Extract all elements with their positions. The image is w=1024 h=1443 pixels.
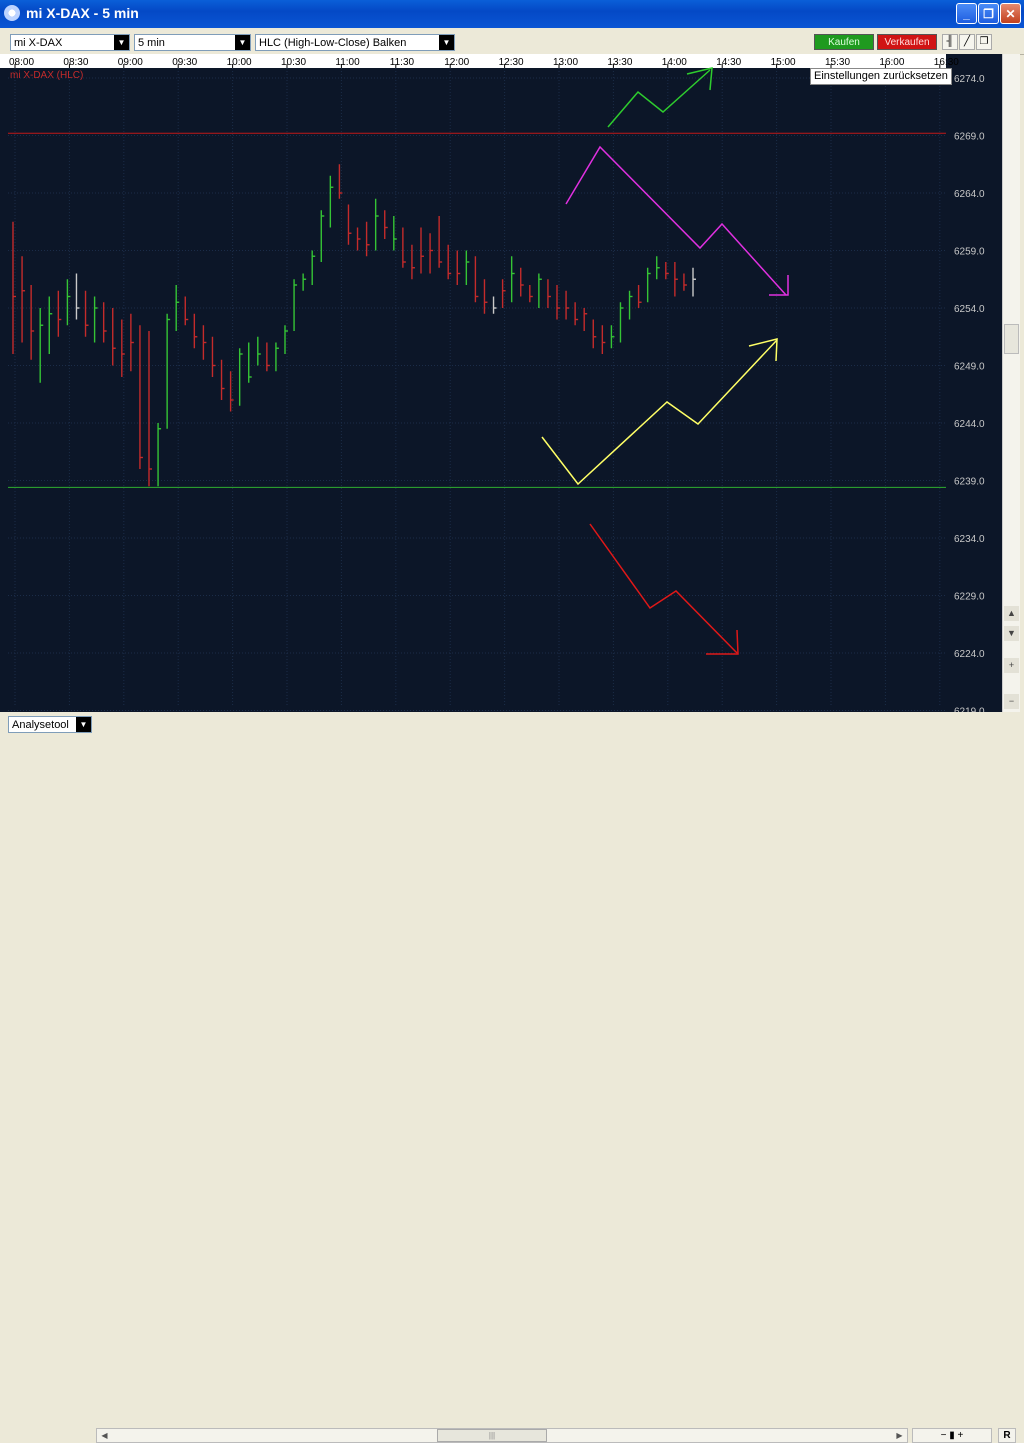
- window-icon[interactable]: ❐: [976, 34, 992, 50]
- price-tick-label: 6269.0: [954, 132, 985, 143]
- interval-value: 5 min: [138, 37, 165, 49]
- time-tick-label: 11:00: [335, 57, 360, 68]
- chevron-down-icon[interactable]: ▼: [114, 35, 129, 50]
- scroll-right-icon[interactable]: ▶: [893, 1429, 906, 1442]
- chart-area[interactable]: 08:00 08:30 09:00 09:30 10:00 10:30 11:00 11:30…: [0, 54, 1002, 718]
- zoom-control[interactable]: − ▮ +: [912, 1428, 992, 1443]
- price-tick-label: 6254.0: [954, 304, 985, 315]
- sell-button[interactable]: Verkaufen: [877, 34, 937, 50]
- price-chart[interactable]: 08:00 08:30 09:00 09:30 10:00 10:30 11:00 11:30…: [0, 54, 1002, 718]
- scroll-left-icon[interactable]: ◀: [98, 1429, 111, 1442]
- price-tick-label: 6234.0: [954, 534, 985, 545]
- chevron-down-icon[interactable]: ▼: [235, 35, 250, 50]
- buy-button[interactable]: Kaufen: [814, 34, 874, 50]
- chevron-down-icon[interactable]: ▼: [76, 717, 91, 732]
- vertical-scrollbar[interactable]: ▲ ▼ + −: [1002, 54, 1020, 712]
- chart-type-select[interactable]: HLC (High-Low-Close) Balken ▼: [255, 34, 455, 51]
- draw-line-icon[interactable]: ╱: [959, 34, 975, 50]
- time-tick-label: 13:00: [553, 57, 578, 68]
- time-tick-label: 09:30: [172, 57, 197, 68]
- time-tick-label: 16:30: [934, 57, 959, 68]
- price-axis-strip: [946, 68, 1002, 712]
- interval-select[interactable]: 5 min ▼: [134, 34, 251, 51]
- price-tick-label: 6259.0: [954, 247, 985, 258]
- analysis-tool-select[interactable]: Analysetool ▼: [8, 716, 92, 733]
- time-tick-label: 13:30: [607, 57, 632, 68]
- close-button[interactable]: ✕: [1000, 3, 1021, 24]
- time-tick-label: 16:00: [879, 57, 904, 68]
- bottom-bar: Analysetool ▼ ◀ ||| ▶ − ▮ + R: [0, 712, 1024, 1443]
- price-tick-label: 6264.0: [954, 189, 985, 200]
- time-tick-label: 15:30: [825, 57, 850, 68]
- restore-button[interactable]: ❐: [978, 3, 999, 24]
- time-tick-label: 08:30: [63, 57, 88, 68]
- time-tick-label: 14:30: [716, 57, 741, 68]
- time-tick-label: 11:30: [390, 57, 415, 68]
- title-bar: mi X-DAX - 5 min _ ❐ ✕: [0, 0, 1024, 28]
- price-tick-label: 6229.0: [954, 592, 985, 603]
- time-tick-label: 09:00: [118, 57, 143, 68]
- price-tick-label: 6249.0: [954, 362, 985, 373]
- time-tick-label: 10:00: [227, 57, 252, 68]
- series-label: mi X-DAX (HLC): [10, 70, 83, 81]
- zoom-up-icon[interactable]: +: [1004, 658, 1019, 673]
- horizontal-scrollbar[interactable]: ◀ ||| ▶: [96, 1428, 908, 1443]
- app-icon: [4, 5, 20, 21]
- scroll-up-icon[interactable]: ▲: [1004, 606, 1019, 621]
- price-tick-label: 6239.0: [954, 477, 985, 488]
- toolbar: mi X-DAX ▼ 5 min ▼ HLC (High-Low-Close) …: [0, 28, 1024, 55]
- bar-chart-icon[interactable]: ╢: [942, 34, 958, 50]
- zoom-out-icon[interactable]: −: [1004, 694, 1019, 709]
- time-tick-label: 10:30: [281, 57, 306, 68]
- instrument-select[interactable]: mi X-DAX ▼: [10, 34, 130, 51]
- price-tick-label: 6224.0: [954, 649, 985, 660]
- horizontal-scroll-thumb[interactable]: |||: [437, 1429, 547, 1442]
- time-tick-label: 14:00: [662, 57, 687, 68]
- scroll-down-icon[interactable]: ▼: [1004, 626, 1019, 641]
- vertical-scroll-thumb[interactable]: [1004, 324, 1019, 354]
- time-tick-label: 12:30: [499, 57, 524, 68]
- time-tick-label: 12:00: [444, 57, 469, 68]
- minimize-button[interactable]: _: [956, 3, 977, 24]
- instrument-value: mi X-DAX: [14, 37, 63, 49]
- time-tick-label: 15:00: [771, 57, 796, 68]
- price-tick-label: 6244.0: [954, 419, 985, 430]
- window-title: mi X-DAX - 5 min: [26, 5, 139, 21]
- time-tick-label: 08:00: [9, 57, 34, 68]
- reset-settings-label[interactable]: Einstellungen zurücksetzen: [810, 68, 952, 85]
- price-tick-label: 6274.0: [954, 74, 985, 85]
- chart-type-value: HLC (High-Low-Close) Balken: [259, 37, 407, 49]
- analysis-tool-value: Analysetool: [12, 719, 69, 731]
- chevron-down-icon[interactable]: ▼: [439, 35, 454, 50]
- chart-background: [0, 54, 1002, 712]
- reset-r-button[interactable]: R: [998, 1428, 1016, 1443]
